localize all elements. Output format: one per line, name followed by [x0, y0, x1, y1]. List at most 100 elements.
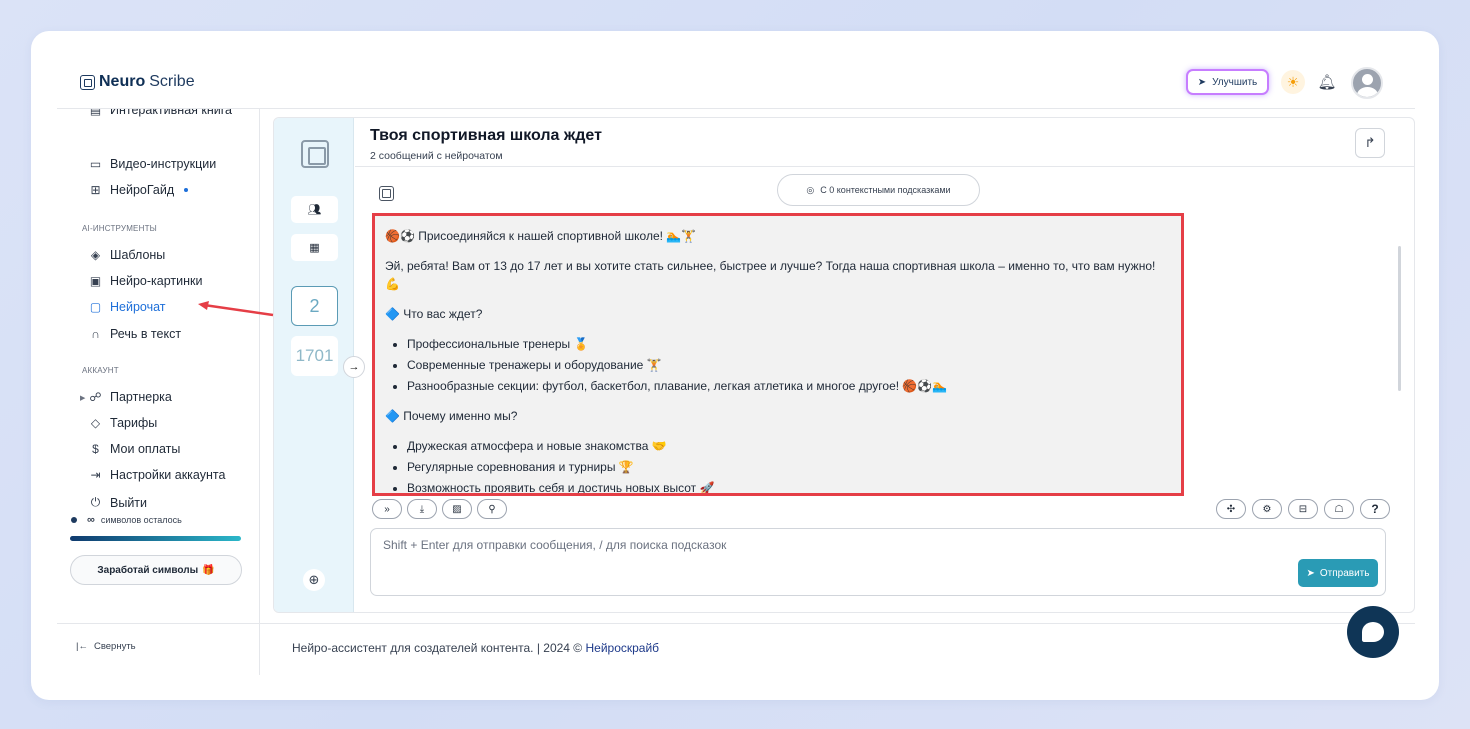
- chat-panel: 👥︎ ▦ 2 1701 ⊕ → Твоя спортивная школа жд…: [273, 117, 1415, 613]
- symbols-text: символов осталось: [100, 515, 182, 525]
- sidebar-item-label: Настройки аккаунта: [110, 468, 226, 482]
- magic-wand-icon[interactable]: ⚲: [477, 499, 507, 519]
- message-section-title: 🔷 Почему именно мы?: [385, 409, 518, 423]
- footer-divider: [57, 623, 1415, 624]
- logo-icon: [80, 74, 95, 90]
- chevrons-down-icon[interactable]: »: [372, 499, 402, 519]
- users-icon[interactable]: 👥︎: [291, 196, 338, 223]
- dollar-icon: $: [92, 442, 99, 456]
- list-item: Разнообразные секции: футбол, баскетбол,…: [407, 377, 1171, 395]
- sidebar-item-interactive-book[interactable]: ▤ Интерактивная книга: [89, 109, 232, 117]
- settings-icon: ⇥: [90, 468, 101, 482]
- sidebar-item-label: Выйти: [110, 495, 148, 510]
- symbols-remaining: ∞ символов осталось: [71, 514, 182, 526]
- guide-icon: ⊞: [90, 183, 101, 197]
- sidebar-item-templates[interactable]: ◈ Шаблоны: [89, 248, 165, 262]
- users-icon: ☍: [89, 390, 102, 404]
- sidebar-item-label: Интерактивная книга: [110, 109, 232, 117]
- sidebar-item-payments[interactable]: $ Мои оплаты: [89, 442, 180, 456]
- settings-icon[interactable]: ⚙: [1252, 499, 1282, 519]
- message-input-box: ➤ Отправить: [370, 528, 1386, 596]
- logo-text-bold: Neuro: [99, 73, 146, 90]
- send-label: Отправить: [1319, 567, 1370, 579]
- footer: Нейро-ассистент для создателей контента.…: [292, 641, 659, 655]
- upgrade-label: Улучшить: [1212, 76, 1258, 88]
- palette-icon: ◎: [806, 184, 815, 195]
- list-item: Современные тренажеры и оборудование 🏋: [407, 356, 1171, 374]
- sidebar-item-label: НейроГайд: [110, 183, 175, 197]
- sidebar-item-logout[interactable]: ⏻ Выйти: [89, 495, 147, 510]
- chat-header-divider: [355, 166, 1414, 167]
- status-dot: [71, 517, 77, 523]
- header-divider: [57, 108, 1415, 109]
- logo[interactable]: Neuro Scribe: [80, 73, 195, 91]
- logo-text: Scribe: [149, 73, 195, 90]
- tag-icon: ◇: [90, 416, 101, 430]
- new-dot: [184, 188, 189, 192]
- earn-symbols-label: Заработай символы: [97, 564, 199, 576]
- chars-count: 1701: [291, 336, 338, 376]
- message-list: Дружеская атмосфера и новые знакомства 🤝…: [407, 437, 1171, 493]
- message-input[interactable]: [383, 538, 1283, 552]
- image-icon[interactable]: ▨: [442, 499, 472, 519]
- share-icon[interactable]: ↱: [1355, 128, 1385, 158]
- sidebar-item-partner[interactable]: ☍ Партнерка: [89, 390, 171, 404]
- chat-icon: ▢: [89, 300, 102, 314]
- notification-bell-icon[interactable]: 🔔︎: [1317, 72, 1337, 92]
- chat-subtitle: 2 сообщений с нейрочатом: [370, 150, 503, 162]
- power-icon: ⏻: [90, 495, 101, 509]
- message-section-title: 🔷 Что вас ждет?: [385, 307, 483, 321]
- video-icon: ▭: [89, 157, 102, 171]
- grid-icon[interactable]: ▦: [291, 234, 338, 261]
- download-icon[interactable]: ⤓: [407, 499, 437, 519]
- sidebar-item-account-settings[interactable]: ⇥ Настройки аккаунта: [89, 468, 225, 482]
- help-icon[interactable]: ?: [1360, 499, 1390, 519]
- image-icon: ▣: [89, 274, 102, 288]
- earn-symbols-button[interactable]: Заработай символы 🎁: [70, 555, 242, 585]
- layout-icon[interactable]: ⊟: [1288, 499, 1318, 519]
- neuroscribe-logo-icon: [301, 140, 329, 168]
- sidebar-item-neuroguide[interactable]: ⊞ НейроГайд: [89, 183, 189, 197]
- section-ai-tools: AI-ИНСТРУМЕНТЫ: [82, 224, 157, 233]
- arrow-right-icon[interactable]: →: [343, 356, 365, 378]
- rocket-icon: ➤: [1197, 76, 1207, 88]
- list-item: Регулярные соревнования и турниры 🏆: [407, 458, 1171, 476]
- book-icon: ▤: [89, 109, 102, 117]
- section-account: АККАУНТ: [82, 366, 119, 375]
- plugin-icon[interactable]: ✣: [1216, 499, 1246, 519]
- symbols-infinity: ∞: [87, 514, 95, 526]
- messages-count: 2: [291, 286, 338, 326]
- sidebar-item-neurochat[interactable]: ▢ Нейрочат: [89, 300, 166, 314]
- sidebar-item-label: Видео-инструкции: [110, 157, 217, 171]
- theme-toggle-sun-icon[interactable]: ☀: [1281, 70, 1305, 94]
- list-item: Профессиональные тренеры 🏅: [407, 335, 1171, 353]
- collapse-sidebar-button[interactable]: |← Свернуть: [76, 641, 136, 652]
- upgrade-button[interactable]: ➤ Улучшить: [1186, 69, 1269, 95]
- sidebar-item-neuro-images[interactable]: ▣ Нейро-картинки: [89, 274, 203, 288]
- collapse-icon: |←: [76, 641, 88, 652]
- support-chat-button[interactable]: [1347, 606, 1399, 658]
- footer-link[interactable]: Нейроскрайб: [585, 641, 659, 655]
- sidebar-item-label: Речь в текст: [110, 327, 182, 341]
- layers-icon: ◈: [90, 248, 101, 262]
- sidebar-item-label: Мои оплаты: [110, 442, 181, 456]
- gift-icon: 🎁: [202, 564, 215, 576]
- sidebar-item-video[interactable]: ▭ Видео-инструкции: [89, 157, 216, 171]
- chat-scrollbar[interactable]: [1398, 246, 1401, 391]
- sidebar-item-tariffs[interactable]: ◇ Тарифы: [89, 416, 157, 430]
- collapse-label: Свернуть: [93, 641, 136, 652]
- context-hints-button[interactable]: ◎ С 0 контекстными подсказками: [777, 174, 980, 206]
- send-button[interactable]: ➤ Отправить: [1298, 559, 1378, 587]
- avatar[interactable]: [1351, 67, 1383, 99]
- message-intro: Эй, ребята! Вам от 13 до 17 лет и вы хот…: [385, 259, 1156, 291]
- sidebar-item-speech-to-text[interactable]: ∩ Речь в текст: [89, 327, 181, 341]
- robot-icon[interactable]: ☖: [1324, 499, 1354, 519]
- chat-message: 🏀⚽ Присоединяйся к нашей спортивной школ…: [372, 213, 1184, 496]
- bot-avatar-icon: [379, 186, 394, 201]
- caret-right-icon[interactable]: ▶: [80, 394, 85, 402]
- app-window: Neuro Scribe ➤ Улучшить ☀ 🔔︎ ▤ Интерактивн…: [31, 31, 1439, 700]
- context-hints-label: С 0 контекстными подсказками: [820, 185, 951, 195]
- add-chat-icon[interactable]: ⊕: [303, 569, 325, 591]
- annotation-arrow: [198, 301, 274, 317]
- sidebar-item-label: Нейро-картинки: [110, 274, 203, 288]
